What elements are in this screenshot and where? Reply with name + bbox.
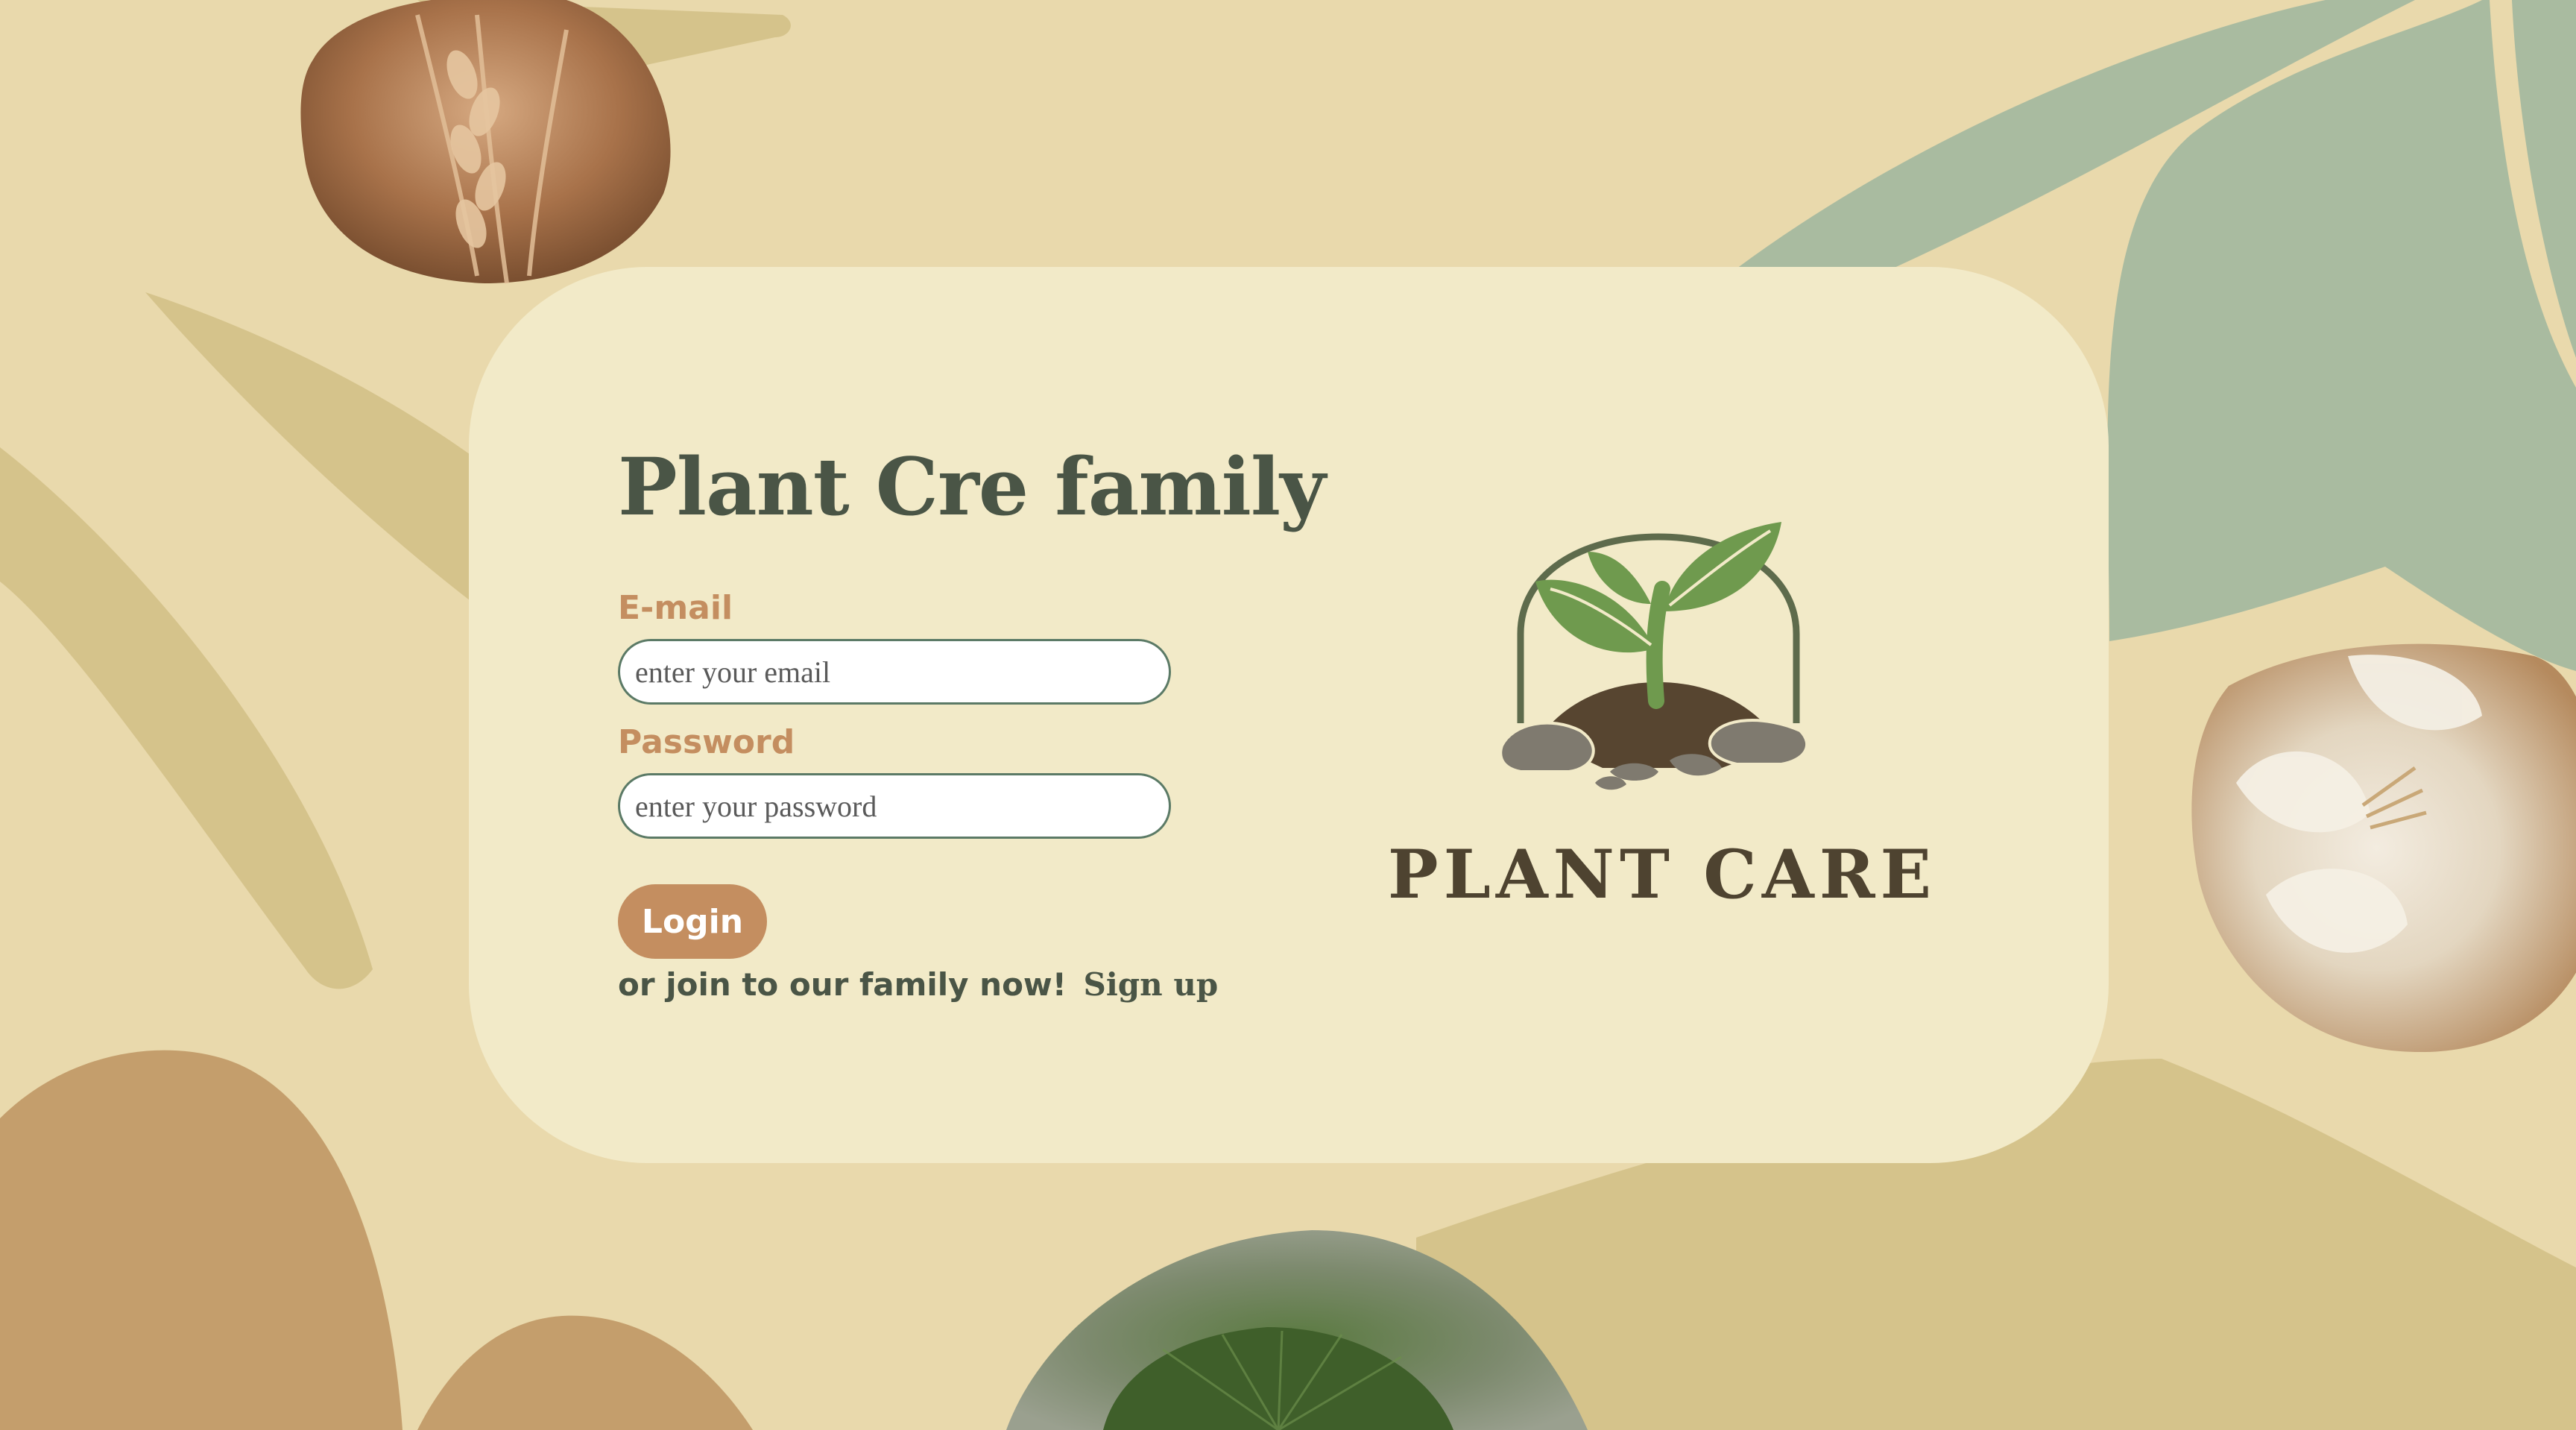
password-field[interactable] — [618, 773, 1171, 839]
signup-prompt-text: or join to our family now! — [618, 966, 1067, 1003]
login-button[interactable]: Login — [618, 884, 767, 959]
logo-rock — [1708, 719, 1809, 766]
email-label: E-mail — [618, 589, 733, 627]
logo-text: PLANT CARE — [1387, 835, 1937, 914]
sprout-in-soil-icon — [1499, 522, 1809, 790]
email-field[interactable] — [618, 639, 1171, 705]
signup-prompt-row: or join to our family now! Sign up — [618, 966, 1218, 1003]
password-label: Password — [618, 723, 795, 761]
signup-link[interactable]: Sign up — [1084, 966, 1219, 1003]
wheat-photo — [300, 0, 671, 283]
tan-blob-shape — [0, 1050, 402, 1430]
tan-blob-shape — [417, 1315, 753, 1430]
page-title: Plant Cre family — [618, 440, 1326, 533]
logo-rock — [1499, 721, 1595, 773]
plant-care-logo: PLANT CARE — [1386, 522, 1938, 914]
logo-stem — [1646, 581, 1670, 709]
